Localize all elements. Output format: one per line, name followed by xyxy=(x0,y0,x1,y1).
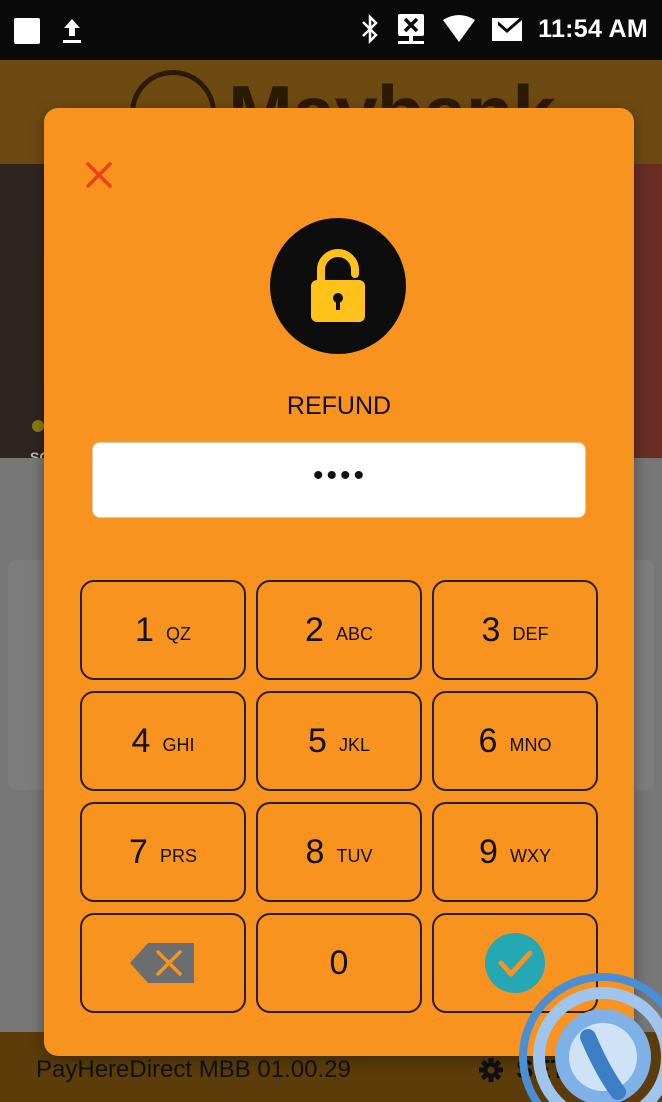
dialog-title: REFUND xyxy=(286,392,392,420)
banner-dot-icon xyxy=(32,420,44,432)
close-icon[interactable] xyxy=(84,160,114,190)
pin-masked-value: •••• xyxy=(312,459,367,492)
key-number: 6 xyxy=(478,721,498,760)
clock-time: 11:54 AM xyxy=(538,14,648,43)
gear-icon xyxy=(479,1057,503,1082)
lock-icon xyxy=(311,249,365,322)
pin-dialog: REFUND •••• 1 QZ 2 ABC 3 DEF 4 GHI 5 JKL… xyxy=(44,108,634,1056)
key-number: 3 xyxy=(481,610,501,649)
key-number: 7 xyxy=(129,832,148,871)
key-letters: PRS xyxy=(159,845,197,866)
key-9[interactable]: 9 WXY xyxy=(432,802,598,902)
key-number: 1 xyxy=(135,610,154,649)
key-number: 5 xyxy=(308,721,327,760)
key-1[interactable]: 1 QZ xyxy=(80,580,246,680)
upload-icon xyxy=(63,19,81,43)
key-5[interactable]: 5 JKL xyxy=(256,691,422,791)
backspace-icon xyxy=(130,943,194,983)
status-bar: 11:54 AM xyxy=(0,0,662,60)
network-error-icon xyxy=(398,14,425,44)
key-6[interactable]: 6 MNO xyxy=(432,691,598,791)
lock-badge xyxy=(270,218,406,354)
key-3[interactable]: 3 DEF xyxy=(432,580,598,680)
key-number: 0 xyxy=(329,943,349,982)
key-number: 4 xyxy=(131,721,151,760)
key-letters: ABC xyxy=(335,623,373,644)
key-7[interactable]: 7 PRS xyxy=(80,802,246,902)
key-letters: JKL xyxy=(338,734,370,755)
key-number: 8 xyxy=(305,832,325,871)
key-letters: MNO xyxy=(509,734,552,755)
mail-icon xyxy=(491,16,524,41)
key-2[interactable]: 2 ABC xyxy=(256,580,422,680)
backspace-button[interactable] xyxy=(80,913,246,1013)
bluetooth-icon xyxy=(362,14,378,44)
square-notification-icon xyxy=(14,18,40,44)
pin-input[interactable]: •••• xyxy=(92,442,586,518)
key-letters: QZ xyxy=(165,623,191,644)
key-letters: DEF xyxy=(512,623,549,644)
key-0[interactable]: 0 xyxy=(256,913,422,1013)
app-version: PayHereDirect MBB 01.00.29 xyxy=(36,1056,351,1083)
key-letters: TUV xyxy=(336,845,373,866)
key-number: 2 xyxy=(305,610,324,649)
key-number: 9 xyxy=(479,832,498,871)
key-8[interactable]: 8 TUV xyxy=(256,802,422,902)
key-letters: WXY xyxy=(509,845,551,866)
key-4[interactable]: 4 GHI xyxy=(80,691,246,791)
key-letters: GHI xyxy=(162,734,195,755)
floating-assistant-bubble-icon[interactable] xyxy=(518,972,662,1102)
wifi-icon xyxy=(443,15,476,42)
